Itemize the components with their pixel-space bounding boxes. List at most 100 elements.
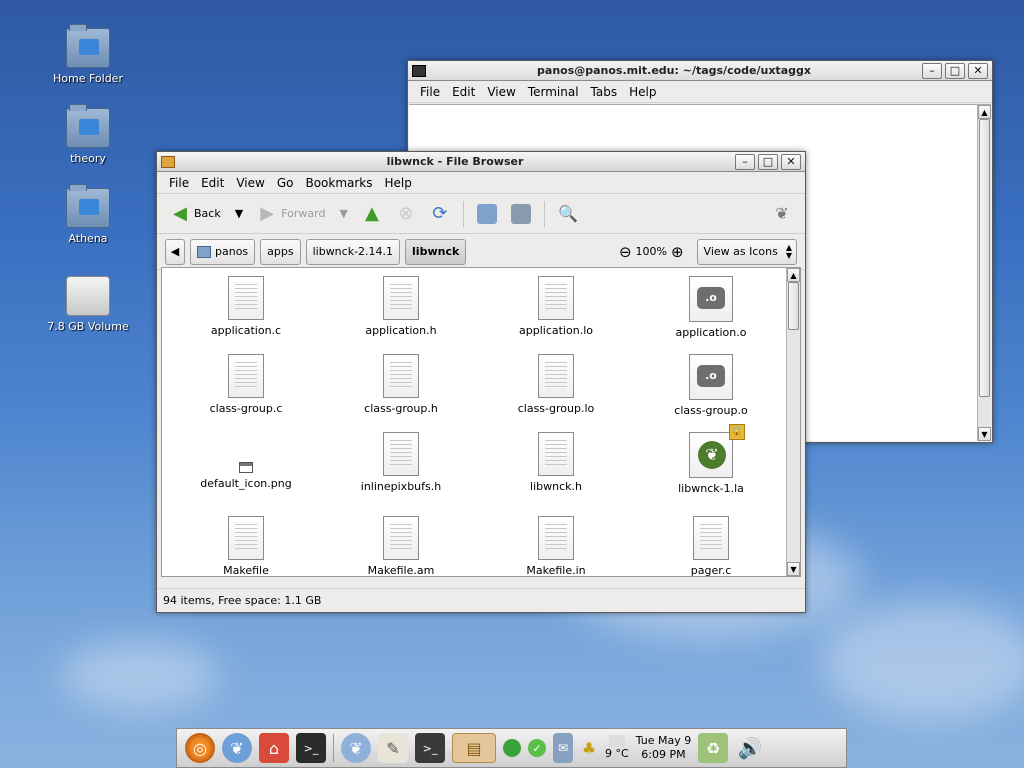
- file-item[interactable]: Makefile.am: [331, 516, 471, 577]
- minimize-button[interactable]: –: [922, 62, 942, 79]
- scroll-up-arrow-icon[interactable]: ▲: [787, 268, 800, 282]
- zoom-level[interactable]: 100%: [636, 245, 667, 258]
- file-view-scrollbar[interactable]: ▲ ▼: [786, 268, 800, 576]
- menu-tabs[interactable]: Tabs: [585, 85, 624, 99]
- ubuntu-menu-icon[interactable]: ◎: [185, 733, 215, 763]
- up-button[interactable]: ▲: [357, 201, 387, 227]
- desktop-icon-theory[interactable]: theory: [38, 104, 138, 165]
- terminal-titlebar[interactable]: panos@panos.mit.edu: ~/tags/code/uxtaggx…: [408, 61, 992, 81]
- menu-bookmarks[interactable]: Bookmarks: [299, 176, 378, 190]
- file-item[interactable]: .o application.o: [641, 276, 781, 339]
- file-item[interactable]: default_icon.png: [176, 432, 316, 490]
- file-item[interactable]: class-group.h: [331, 354, 471, 415]
- file-browser-window[interactable]: libwnck - File Browser – □ ✕ File Edit V…: [156, 151, 806, 613]
- terminal-menubar: File Edit View Terminal Tabs Help: [408, 81, 992, 103]
- hard-drive-icon: [66, 276, 110, 316]
- terminal-task-icon[interactable]: >_: [415, 733, 445, 763]
- file-item[interactable]: application.h: [331, 276, 471, 337]
- file-item[interactable]: libwnck.h: [486, 432, 626, 493]
- file-name: default_icon.png: [200, 477, 292, 490]
- menu-go[interactable]: Go: [271, 176, 300, 190]
- maximize-button[interactable]: □: [758, 153, 778, 170]
- scroll-up-arrow-icon[interactable]: ▲: [978, 105, 991, 119]
- cloud-decoration: [60, 640, 220, 710]
- stop-button[interactable]: ⊗: [391, 201, 421, 227]
- view-mode-select[interactable]: View as Icons ▲ ▼: [696, 238, 797, 265]
- path-button-current[interactable]: libwnck: [405, 238, 467, 265]
- file-item[interactable]: Makefile: [176, 516, 316, 577]
- path-button-libwnck-2-14-1[interactable]: libwnck-2.14.1: [305, 238, 401, 265]
- mail-icon[interactable]: ✉: [553, 733, 573, 763]
- volume-icon[interactable]: 🔊: [735, 733, 765, 763]
- menu-edit[interactable]: Edit: [446, 85, 481, 99]
- back-arrow-icon: ◀: [173, 202, 187, 224]
- scroll-down-arrow-icon[interactable]: ▼: [787, 562, 800, 576]
- file-item[interactable]: Makefile.in: [486, 516, 626, 577]
- path-button-apps[interactable]: apps: [260, 238, 301, 265]
- minimize-button[interactable]: –: [735, 153, 755, 170]
- path-button-home[interactable]: panos: [190, 238, 256, 265]
- maximize-button[interactable]: □: [945, 62, 965, 79]
- file-browser-titlebar[interactable]: libwnck - File Browser – □ ✕: [157, 152, 805, 172]
- forward-history-dropdown[interactable]: ▼: [334, 204, 352, 223]
- menu-help[interactable]: Help: [379, 176, 418, 190]
- menu-edit[interactable]: Edit: [195, 176, 230, 190]
- file-item[interactable]: class-group.lo: [486, 354, 626, 415]
- chat-buddy-icon[interactable]: ♣: [580, 733, 598, 763]
- desktop-icon-volume[interactable]: 7.8 GB Volume: [38, 268, 138, 333]
- desktop-icon-athena[interactable]: Athena: [38, 184, 138, 245]
- weather-applet[interactable]: 9 °C: [605, 735, 629, 761]
- home-button[interactable]: [472, 201, 502, 227]
- menu-file[interactable]: File: [163, 176, 195, 190]
- trash-icon[interactable]: ♻: [698, 733, 729, 763]
- clock-applet[interactable]: Tue May 9 6:09 PM: [636, 734, 692, 762]
- menu-view[interactable]: View: [230, 176, 270, 190]
- terminal-scrollbar[interactable]: ▲ ▼: [977, 105, 991, 441]
- file-item[interactable]: inlinepixbufs.h: [331, 432, 471, 493]
- gnome-foot-icon[interactable]: ❦: [341, 733, 371, 763]
- status-ok-icon[interactable]: [503, 739, 521, 757]
- text-editor-icon[interactable]: ✎: [378, 733, 408, 763]
- file-item[interactable]: application.c: [176, 276, 316, 337]
- file-item[interactable]: .o class-group.o: [641, 354, 781, 417]
- zoom-in-button[interactable]: ⊕: [671, 243, 684, 261]
- close-button[interactable]: ✕: [781, 153, 801, 170]
- file-item[interactable]: application.lo: [486, 276, 626, 337]
- activity-indicator: ❦: [767, 201, 797, 227]
- file-item[interactable]: ❦ 🔒 libwnck-1.la: [641, 424, 781, 495]
- scrollbar-thumb[interactable]: [788, 282, 799, 330]
- text-lines-decoration: [235, 524, 257, 552]
- file-browser-task-icon[interactable]: ▤: [452, 733, 496, 763]
- panel-separator: [333, 734, 334, 762]
- file-grid: application.c application.h application.lo…: [162, 268, 784, 577]
- forward-button[interactable]: ▶ Forward: [252, 201, 330, 227]
- menu-help[interactable]: Help: [623, 85, 662, 99]
- scroll-down-arrow-icon[interactable]: ▼: [978, 427, 991, 441]
- path-scroll-left-button[interactable]: ◀: [165, 238, 185, 265]
- update-check-icon[interactable]: ✓: [528, 739, 546, 757]
- desktop-icon-label: Athena: [68, 232, 108, 245]
- home-folder-icon: [66, 24, 110, 68]
- menu-terminal[interactable]: Terminal: [522, 85, 585, 99]
- file-item[interactable]: class-group.c: [176, 354, 316, 415]
- gnome-menu-icon[interactable]: ❦: [222, 733, 252, 763]
- file-item[interactable]: pager.c: [641, 516, 781, 577]
- text-file-icon: [383, 276, 419, 320]
- home-launcher-icon[interactable]: ⌂: [259, 733, 289, 763]
- terminal-launcher-icon[interactable]: >_: [296, 733, 326, 763]
- zoom-out-button[interactable]: ⊖: [619, 243, 632, 261]
- menu-file[interactable]: File: [414, 85, 446, 99]
- file-cabinet-icon: [161, 155, 175, 168]
- back-button[interactable]: ◀ Back: [165, 201, 226, 227]
- window-title: libwnck - File Browser: [386, 155, 524, 168]
- file-icon-view[interactable]: application.c application.h application.lo…: [161, 267, 801, 577]
- search-button[interactable]: 🔍: [553, 201, 583, 227]
- close-button[interactable]: ✕: [968, 62, 988, 79]
- back-history-dropdown[interactable]: ▼: [230, 204, 248, 223]
- reload-button[interactable]: ⟳: [425, 201, 455, 227]
- menu-view[interactable]: View: [481, 85, 521, 99]
- scrollbar-thumb[interactable]: [979, 119, 990, 397]
- computer-button[interactable]: [506, 201, 536, 227]
- clock-date: Tue May 9: [635, 734, 692, 747]
- desktop-icon-home-folder[interactable]: Home Folder: [38, 24, 138, 85]
